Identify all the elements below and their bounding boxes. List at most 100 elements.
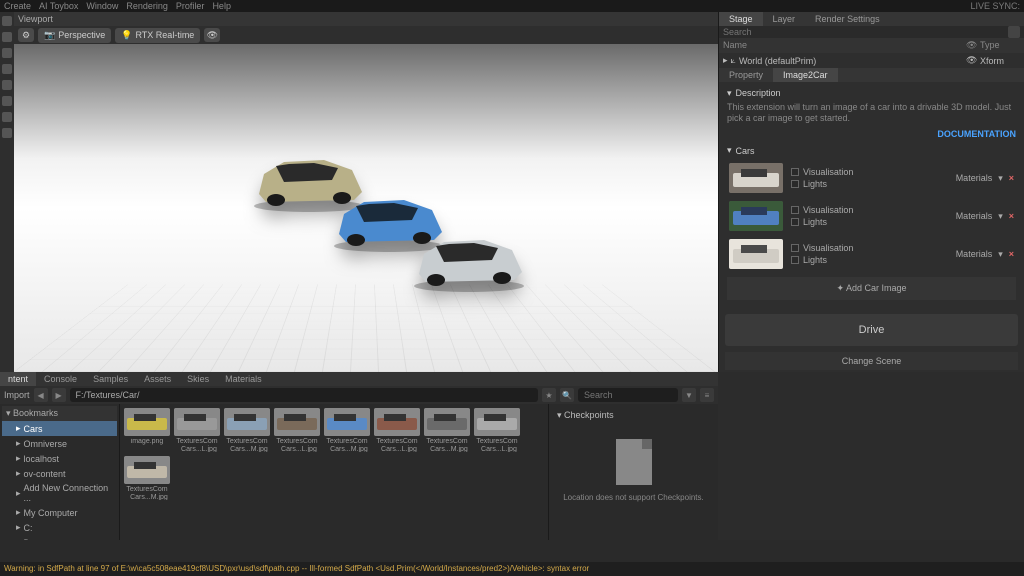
live-sync-label: LIVE SYNC: [970, 1, 1020, 11]
bookmark-item[interactable]: ▸ localhost [2, 451, 117, 466]
filter-icon[interactable] [1008, 26, 1020, 38]
tab-assets[interactable]: Assets [136, 372, 179, 386]
tab-console[interactable]: Console [36, 372, 85, 386]
lights-checkbox[interactable] [791, 180, 799, 188]
drive-button[interactable]: Drive [725, 314, 1018, 346]
file-thumbnail[interactable]: TexturesCom _Cars...M.jpg [124, 456, 170, 500]
path-input[interactable]: F:/Textures/Car/ [70, 388, 538, 402]
tool-icon[interactable] [2, 96, 12, 106]
file-thumbnail[interactable]: image.png [124, 408, 170, 452]
left-toolbar [0, 12, 14, 372]
materials-dropdown[interactable]: Materials [956, 249, 993, 259]
add-car-image-button[interactable]: ✦ Add Car Image [727, 277, 1016, 300]
document-icon [616, 439, 652, 485]
eye-icon[interactable]: 👁 [204, 28, 220, 42]
bookmark-item[interactable]: ▸ My Computer [2, 505, 117, 520]
filter-icon[interactable]: ▼ [682, 388, 696, 402]
viz-label: Visualisation [803, 205, 853, 215]
file-grid: image.pngTexturesCom _Cars...L.jpgTextur… [120, 404, 548, 540]
renderer-dropdown[interactable]: 💡 RTX Real-time [115, 28, 200, 43]
delete-button[interactable]: × [1009, 173, 1014, 183]
tool-icon[interactable] [2, 48, 12, 58]
stage-row[interactable]: ▸ ⟀ World (defaultPrim) 👁 Xform [719, 53, 1024, 68]
car-thumbnail[interactable] [729, 239, 783, 269]
stage-col-name: Name [723, 40, 966, 51]
tool-icon[interactable] [2, 128, 12, 138]
file-thumbnail[interactable]: TexturesCom _Cars...L.jpg [174, 408, 220, 452]
eye-icon: 👁 [966, 40, 980, 51]
error-bar: Warning: in SdfPath at line 97 of E:\w\c… [0, 562, 1024, 576]
chevron-down-icon: ▾ [998, 173, 1003, 184]
bookmark-icon[interactable]: ★ [542, 388, 556, 402]
menu-item[interactable]: Profiler [176, 1, 205, 11]
tab-stage[interactable]: Stage [719, 12, 763, 26]
tab-content[interactable]: ntent [0, 372, 36, 386]
gear-icon[interactable]: ⚙ [18, 28, 34, 42]
car-entry: Visualisation Lights Materials▾× [727, 235, 1016, 273]
bookmarks-header: ▾ Bookmarks [2, 406, 117, 421]
chevron-down-icon: ▾ [727, 88, 732, 99]
tool-icon[interactable] [2, 16, 12, 26]
tab-layer[interactable]: Layer [763, 12, 806, 26]
menu-item[interactable]: Help [212, 1, 231, 11]
tool-icon[interactable] [2, 32, 12, 42]
nav-back-icon[interactable]: ◀ [34, 388, 48, 402]
file-thumbnail[interactable]: TexturesCom _Cars...M.jpg [424, 408, 470, 452]
visualisation-checkbox[interactable] [791, 206, 799, 214]
file-thumbnail[interactable]: TexturesCom _Cars...L.jpg [374, 408, 420, 452]
car-entry: Visualisation Lights Materials▾× [727, 159, 1016, 197]
delete-button[interactable]: × [1009, 249, 1014, 259]
tool-icon[interactable] [2, 64, 12, 74]
change-scene-button[interactable]: Change Scene [725, 352, 1018, 370]
documentation-link[interactable]: DOCUMENTATION [727, 129, 1016, 139]
car-thumbnail[interactable] [729, 201, 783, 231]
cars-section[interactable]: ▾Cars [727, 145, 1016, 156]
nav-forward-icon[interactable]: ▶ [52, 388, 66, 402]
tab-render-settings[interactable]: Render Settings [805, 12, 890, 26]
menu-item[interactable]: AI Toybox [39, 1, 78, 11]
bookmark-item[interactable]: ▸ D: [2, 535, 117, 540]
car-thumbnail[interactable] [729, 163, 783, 193]
file-thumbnail[interactable]: TexturesCom _Cars...M.jpg [324, 408, 370, 452]
camera-dropdown[interactable]: 📷 Perspective [38, 28, 111, 43]
visualisation-checkbox[interactable] [791, 168, 799, 176]
chevron-down-icon: ▾ [557, 410, 562, 420]
menu-item[interactable]: Create [4, 1, 31, 11]
menu-item[interactable]: Window [86, 1, 118, 11]
bookmark-item[interactable]: ▸ Add New Connection ... [2, 481, 117, 505]
search-icon[interactable]: 🔍 [560, 388, 574, 402]
import-button[interactable]: Import [4, 390, 30, 400]
description-section[interactable]: ▾Description [727, 88, 1016, 99]
tab-skies[interactable]: Skies [179, 372, 217, 386]
tab-materials[interactable]: Materials [217, 372, 270, 386]
lights-checkbox[interactable] [791, 256, 799, 264]
bookmark-item[interactable]: ▸ C: [2, 520, 117, 535]
lights-checkbox[interactable] [791, 218, 799, 226]
tool-icon[interactable] [2, 80, 12, 90]
file-thumbnail[interactable]: TexturesCom _Cars...L.jpg [474, 408, 520, 452]
lights-label: Lights [803, 179, 827, 189]
tab-samples[interactable]: Samples [85, 372, 136, 386]
bookmarks-panel: ▾ Bookmarks ▸ Cars▸ Omniverse▸ localhost… [0, 404, 120, 540]
stage-search-input[interactable] [723, 27, 1008, 37]
tab-image2car[interactable]: Image2Car [773, 68, 838, 82]
list-view-icon[interactable]: ≡ [700, 388, 714, 402]
bookmark-item[interactable]: ▸ Cars [2, 421, 117, 436]
file-thumbnail[interactable]: TexturesCom _Cars...M.jpg [224, 408, 270, 452]
browser-search-input[interactable] [578, 388, 678, 402]
materials-dropdown[interactable]: Materials [956, 211, 993, 221]
visualisation-checkbox[interactable] [791, 244, 799, 252]
bookmark-item[interactable]: ▸ ov-content [2, 466, 117, 481]
menu-item[interactable]: Rendering [126, 1, 168, 11]
expand-icon[interactable]: ▸ [723, 55, 728, 66]
tab-property[interactable]: Property [719, 68, 773, 82]
bookmark-item[interactable]: ▸ Omniverse [2, 436, 117, 451]
visibility-icon[interactable]: 👁 [966, 55, 980, 66]
renderer-label: RTX Real-time [135, 30, 194, 40]
tool-icon[interactable] [2, 112, 12, 122]
delete-button[interactable]: × [1009, 211, 1014, 221]
file-thumbnail[interactable]: TexturesCom _Cars...L.jpg [274, 408, 320, 452]
materials-dropdown[interactable]: Materials [956, 173, 993, 183]
lights-label: Lights [803, 255, 827, 265]
viewport-3d[interactable] [14, 44, 718, 372]
